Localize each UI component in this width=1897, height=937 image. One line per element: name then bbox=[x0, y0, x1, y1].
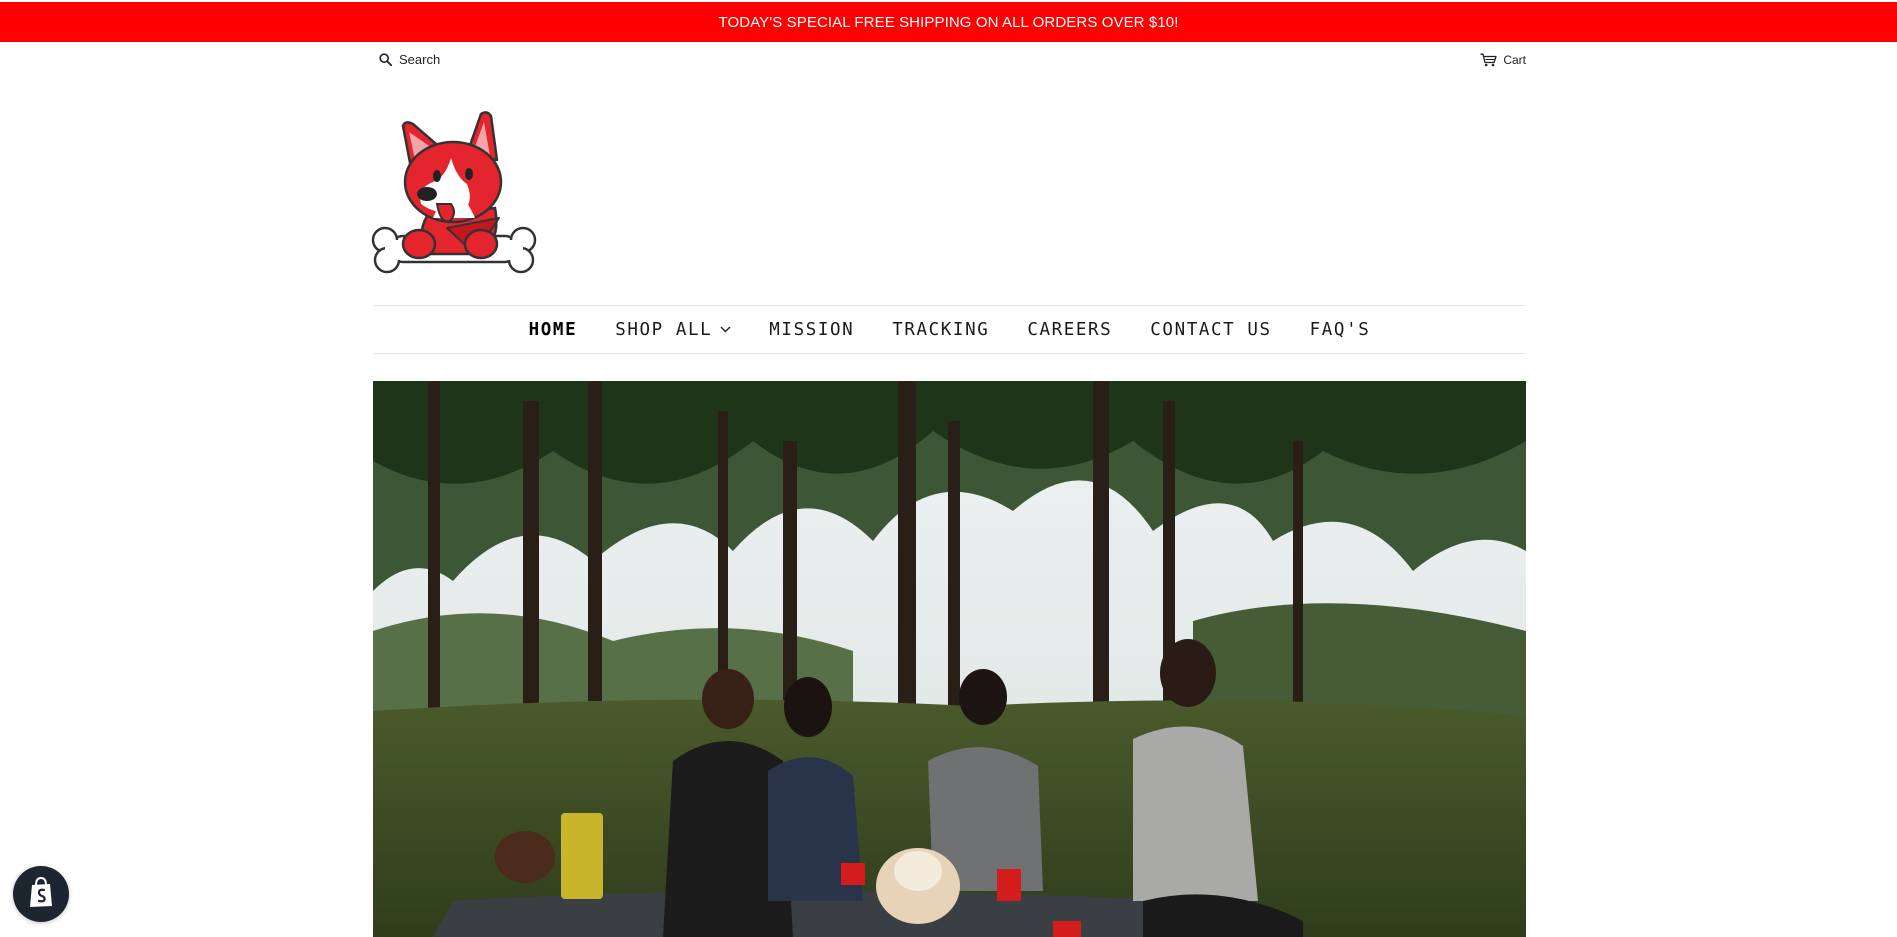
nav-item-label: CAREERS bbox=[1027, 319, 1113, 340]
hero-image bbox=[373, 381, 1526, 937]
cart-icon bbox=[1480, 53, 1497, 67]
nav-item-label: SHOP ALL bbox=[615, 319, 713, 340]
nav-item-tracking[interactable]: TRACKING bbox=[873, 320, 1008, 340]
main-navigation: HOME SHOP ALL MISSION TRACKING CAREERS C… bbox=[373, 305, 1526, 354]
nav-item-label: CONTACT US bbox=[1150, 319, 1272, 340]
nav-item-label: TRACKING bbox=[892, 319, 990, 340]
announcement-text: TODAY'S SPECIAL FREE SHIPPING ON ALL ORD… bbox=[718, 13, 1179, 31]
cart-label: Cart bbox=[1503, 53, 1526, 67]
shopify-bag-icon bbox=[27, 876, 55, 913]
site-header: Search Cart bbox=[373, 52, 1526, 72]
nav-item-contact-us[interactable]: CONTACT US bbox=[1131, 320, 1290, 340]
shopify-badge[interactable] bbox=[13, 866, 69, 922]
chevron-down-icon bbox=[720, 326, 731, 333]
announcement-bar: TODAY'S SPECIAL FREE SHIPPING ON ALL ORD… bbox=[0, 2, 1897, 42]
search-icon bbox=[379, 53, 392, 66]
nav-item-shop-all[interactable]: SHOP ALL bbox=[596, 320, 750, 340]
search-label: Search bbox=[399, 52, 441, 67]
search-link[interactable]: Search bbox=[379, 52, 440, 67]
nav-item-home[interactable]: HOME bbox=[510, 320, 597, 340]
nav-item-mission[interactable]: MISSION bbox=[750, 320, 873, 340]
site-logo[interactable] bbox=[371, 108, 537, 280]
nav-item-faqs[interactable]: FAQ'S bbox=[1291, 320, 1390, 340]
cart-link[interactable]: Cart bbox=[1480, 53, 1526, 67]
nav-item-label: HOME bbox=[528, 319, 578, 340]
nav-item-careers[interactable]: CAREERS bbox=[1008, 320, 1131, 340]
nav-item-label: FAQ'S bbox=[1309, 319, 1371, 340]
nav-item-label: MISSION bbox=[769, 319, 855, 340]
